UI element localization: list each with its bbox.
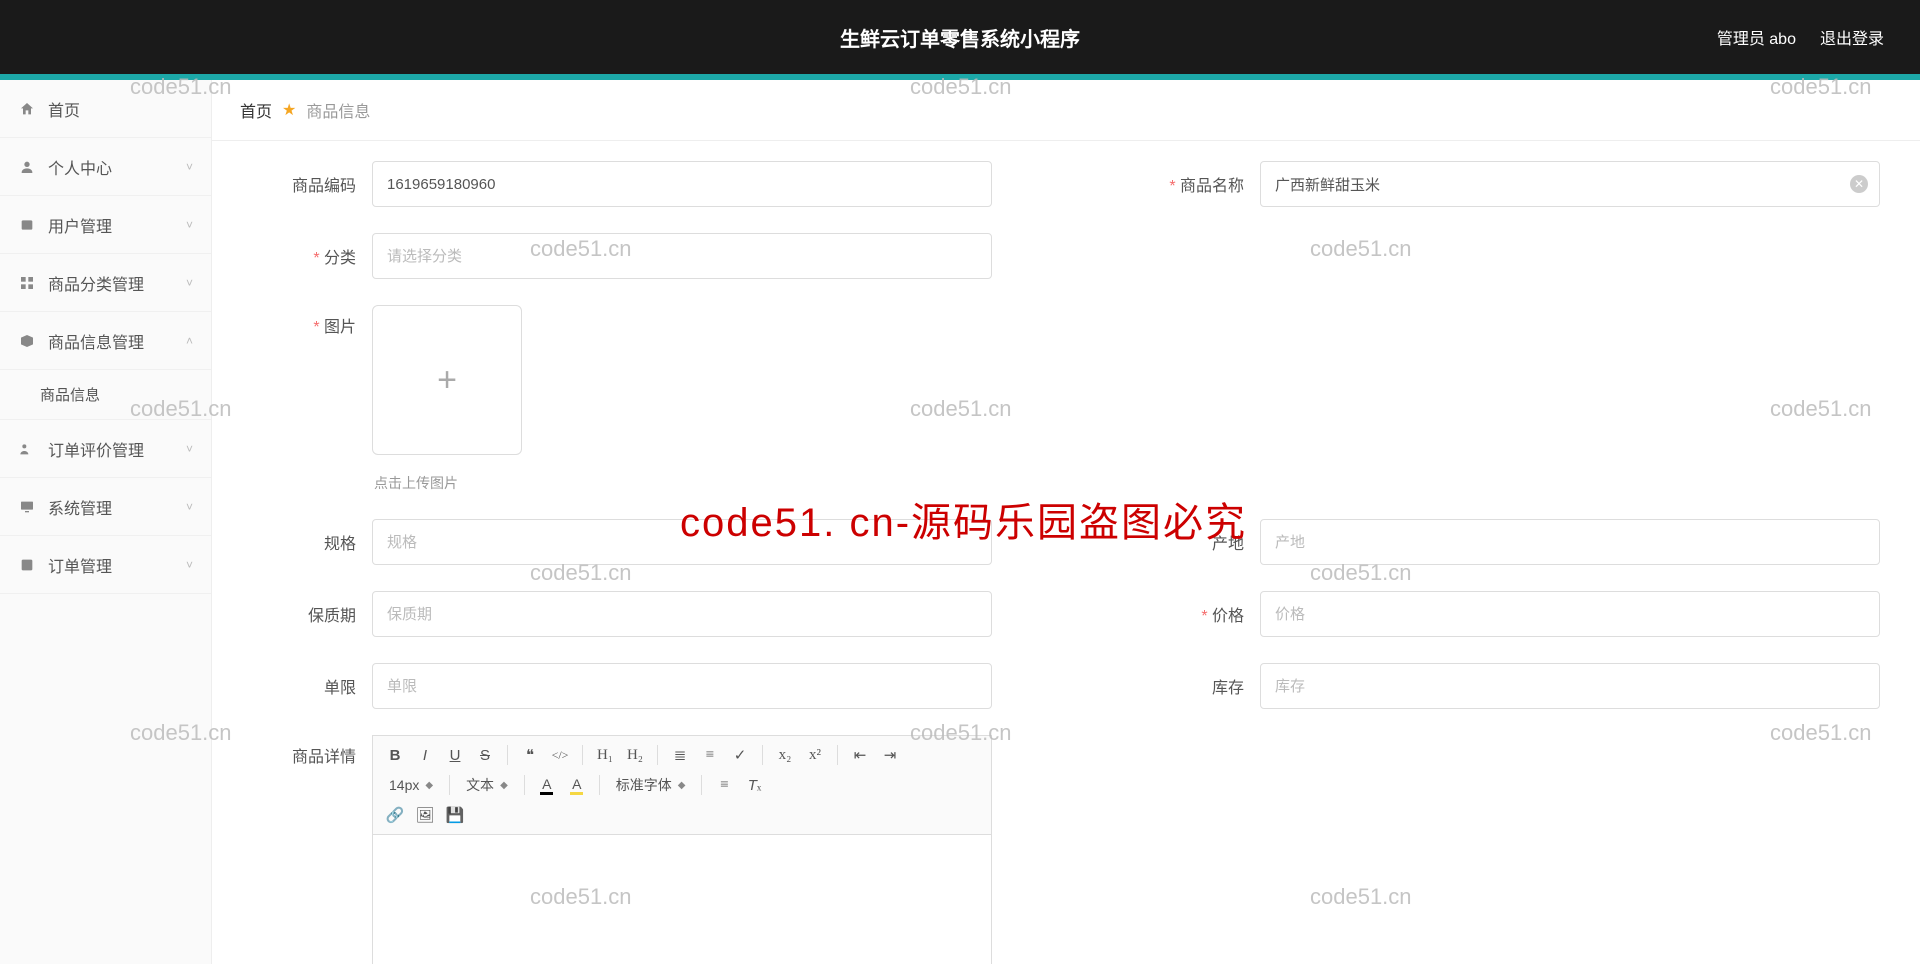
sidebar-label: 用户管理: [48, 213, 112, 237]
origin-input[interactable]: [1260, 519, 1880, 565]
sidebar-label: 首页: [48, 97, 80, 121]
fontsize-select[interactable]: 14px◆: [381, 772, 441, 798]
chevron-down-icon: ˅: [186, 442, 193, 456]
h1-button[interactable]: H₁: [591, 742, 619, 768]
sidebar-item-profile[interactable]: 个人中心 ˅: [0, 138, 211, 196]
name-label: 商品名称: [1140, 172, 1260, 196]
upload-hint: 点击上传图片: [374, 473, 522, 493]
review-icon: [18, 440, 36, 458]
align-button[interactable]: ≡: [710, 772, 738, 798]
sidebar-item-home[interactable]: 首页: [0, 80, 211, 138]
chevron-down-icon: ˅: [186, 160, 193, 174]
stock-label: 库存: [1140, 674, 1260, 698]
home-icon: [18, 100, 36, 118]
origin-label: 产地: [1140, 530, 1260, 554]
logout-link[interactable]: 退出登录: [1820, 25, 1884, 49]
order-icon: [18, 556, 36, 574]
sidebar-item-system[interactable]: 系统管理 ˅: [0, 478, 211, 536]
chevron-down-icon: ˅: [186, 500, 193, 514]
code-button[interactable]: </>: [546, 742, 574, 768]
strike-button[interactable]: S: [471, 742, 499, 768]
breadcrumb-current: 商品信息: [306, 98, 370, 122]
sidebar: 首页 个人中心 ˅ 用户管理 ˅ 商品分类管理 ˅ 商品信息管理 ˄ 商品信息 …: [0, 80, 212, 964]
sidebar-item-reviews[interactable]: 订单评价管理 ˅: [0, 420, 211, 478]
sidebar-label: 商品分类管理: [48, 271, 144, 295]
main-content: 首页 ★ 商品信息 商品编码 商品名称 ✕: [212, 80, 1920, 964]
bgcolor-button[interactable]: A: [563, 772, 591, 798]
italic-button[interactable]: I: [411, 742, 439, 768]
breadcrumb: 首页 ★ 商品信息: [212, 80, 1920, 141]
users-icon: [18, 216, 36, 234]
quote-button[interactable]: ❝: [516, 742, 544, 768]
spec-label: 规格: [252, 530, 372, 554]
outdent-button[interactable]: ⇤: [846, 742, 874, 768]
limit-label: 单限: [252, 674, 372, 698]
sidebar-label: 商品信息管理: [48, 329, 144, 353]
fontfamily-select[interactable]: 标准字体◆: [608, 772, 694, 798]
editor-toolbar: B I U S ❝ </> H₁ H₂ ≣ ≡: [373, 736, 991, 835]
category-label: 分类: [252, 244, 372, 268]
save-button[interactable]: 💾: [441, 802, 469, 828]
sidebar-item-products[interactable]: 商品信息管理 ˄: [0, 312, 211, 370]
grid-icon: [18, 274, 36, 292]
image-upload[interactable]: +: [372, 305, 522, 455]
sub-button[interactable]: x₂: [771, 742, 799, 768]
sidebar-item-users[interactable]: 用户管理 ˅: [0, 196, 211, 254]
h2-button[interactable]: H₂: [621, 742, 649, 768]
sidebar-sub-product-info[interactable]: 商品信息: [0, 370, 211, 420]
detail-label: 商品详情: [252, 735, 372, 767]
topbar: 生鲜云订单零售系统小程序 管理员 abo 退出登录: [0, 0, 1920, 74]
check-button[interactable]: ✓: [726, 742, 754, 768]
clear-button[interactable]: Tₓ: [740, 772, 768, 798]
box-icon: [18, 332, 36, 350]
topbar-right: 管理员 abo 退出登录: [1717, 25, 1884, 49]
ul-button[interactable]: ≡: [696, 742, 724, 768]
price-input[interactable]: [1260, 591, 1880, 637]
chevron-down-icon: ˅: [186, 276, 193, 290]
sidebar-label: 系统管理: [48, 495, 112, 519]
clear-icon[interactable]: ✕: [1850, 175, 1868, 193]
link-button[interactable]: 🔗: [381, 802, 409, 828]
star-icon: ★: [282, 100, 296, 120]
sidebar-item-orders[interactable]: 订单管理 ˅: [0, 536, 211, 594]
stock-input[interactable]: [1260, 663, 1880, 709]
image-button[interactable]: 🖼: [411, 802, 439, 828]
user-icon: [18, 158, 36, 176]
breadcrumb-home[interactable]: 首页: [240, 98, 272, 122]
plus-icon: +: [437, 361, 457, 400]
name-input[interactable]: [1260, 161, 1880, 207]
app-title: 生鲜云订单零售系统小程序: [840, 23, 1080, 52]
color-button[interactable]: A: [533, 772, 561, 798]
product-form: 商品编码 商品名称 ✕ 分类 图片: [212, 141, 1920, 964]
user-label[interactable]: 管理员 abo: [1717, 25, 1796, 49]
ol-button[interactable]: ≣: [666, 742, 694, 768]
limit-input[interactable]: [372, 663, 992, 709]
sidebar-label: 个人中心: [48, 155, 112, 179]
bold-button[interactable]: B: [381, 742, 409, 768]
price-label: 价格: [1140, 602, 1260, 626]
fonttype-select[interactable]: 文本◆: [458, 772, 516, 798]
spec-input[interactable]: [372, 519, 992, 565]
sidebar-label: 订单管理: [48, 553, 112, 577]
category-select[interactable]: [372, 233, 992, 279]
chevron-down-icon: ˅: [186, 218, 193, 232]
chevron-up-icon: ˄: [186, 334, 193, 348]
code-input[interactable]: [372, 161, 992, 207]
shelf-label: 保质期: [252, 602, 372, 626]
chevron-down-icon: ˅: [186, 558, 193, 572]
image-label: 图片: [252, 305, 372, 337]
code-label: 商品编码: [252, 172, 372, 196]
underline-button[interactable]: U: [441, 742, 469, 768]
editor-body[interactable]: [373, 835, 991, 964]
sidebar-label: 订单评价管理: [48, 437, 144, 461]
indent-button[interactable]: ⇥: [876, 742, 904, 768]
sup-button[interactable]: x²: [801, 742, 829, 768]
rich-editor: B I U S ❝ </> H₁ H₂ ≣ ≡: [372, 735, 992, 964]
sidebar-sub-label: 商品信息: [40, 384, 100, 405]
sidebar-item-categories[interactable]: 商品分类管理 ˅: [0, 254, 211, 312]
shelf-input[interactable]: [372, 591, 992, 637]
system-icon: [18, 498, 36, 516]
